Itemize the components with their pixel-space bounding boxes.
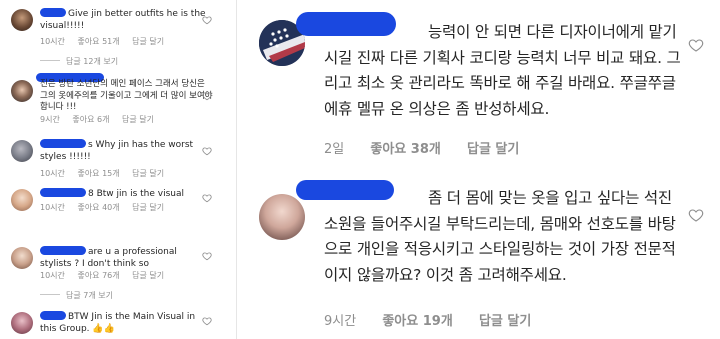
comment-likes[interactable]: 좋아요 19개: [382, 310, 452, 329]
comment-text: 8 Btw jin is the visual: [40, 188, 210, 201]
comment-likes[interactable]: 좋아요 15개: [77, 169, 119, 178]
heart-outline-icon[interactable]: [202, 316, 212, 326]
comment-likes[interactable]: 좋아요 40개: [77, 203, 119, 212]
comment-item: 좀 더 몸에 맞는 옷을 입고 싶다는 석진 소원을 들어주시길 부탁드리는데,…: [236, 170, 720, 339]
comment-likes[interactable]: 좋아요 76개: [77, 271, 119, 280]
view-replies-link[interactable]: 답글 12개 보기: [40, 56, 118, 67]
comment-item: Give jin better outfits he is the visual…: [0, 0, 236, 70]
comment-likes[interactable]: 좋아요 38개: [370, 138, 440, 157]
username-redacted[interactable]: [40, 139, 86, 148]
reply-button[interactable]: 답글 달기: [132, 169, 164, 178]
comment-time: 10시간: [40, 203, 65, 212]
heart-outline-icon[interactable]: [202, 15, 212, 25]
comment-time: 9시간: [324, 314, 357, 329]
avatar[interactable]: [11, 189, 33, 211]
comment-likes[interactable]: 좋아요 6개: [72, 115, 109, 124]
comment-item: BTW Jin is the Main Visual in this Group…: [0, 304, 236, 339]
heart-outline-icon[interactable]: [688, 37, 704, 53]
avatar[interactable]: [259, 194, 305, 240]
comment-time: 10시간: [40, 271, 65, 280]
comment-text: 진은 방탄 소년단의 메인 페이스 그래서 당신은 그의 옷에주의를 기울이고 …: [40, 79, 213, 112]
reply-button[interactable]: 답글 달기: [122, 115, 154, 124]
comment-text: 좀 더 몸에 맞는 옷을 입고 싶다는 석진 소원을 들어주시길 부탁드리는데,…: [324, 189, 676, 284]
comment-item: 8 Btw jin is the visual 10시간 좋아요 40개 답글 …: [0, 180, 236, 228]
comment-meta: 10시간 좋아요 51개 답글 달기: [40, 36, 174, 47]
comment-meta: 10시간 좋아요 40개 답글 달기: [40, 202, 174, 213]
comment-item: 진은 방탄 소년단의 메인 페이스 그래서 당신은 그의 옷에주의를 기울이고 …: [0, 70, 236, 128]
username-redacted[interactable]: [40, 188, 86, 197]
heart-outline-icon[interactable]: [202, 251, 212, 261]
comment-meta: 10시간 좋아요 76개 답글 달기: [40, 270, 174, 281]
comment-text: BTW Jin is the Main Visual in this Group…: [40, 311, 196, 334]
username-redacted[interactable]: [324, 23, 428, 39]
comment-text: 능력이 안 되면 다른 디자이너에게 맡기시길 진짜 다른 기획사 코디랑 능력…: [324, 23, 681, 118]
comment-meta: 9시간 좋아요 6개 답글 달기: [40, 114, 164, 125]
comment-text: s Why jin has the worst styles !!!!!!: [40, 139, 194, 162]
username-redacted[interactable]: [324, 189, 428, 205]
view-replies-link[interactable]: 답글 7개 보기: [40, 290, 113, 301]
username-redacted[interactable]: [40, 311, 66, 320]
comment-text: are u a professional stylists ? I don't …: [40, 246, 177, 269]
avatar[interactable]: [11, 312, 33, 334]
reply-button[interactable]: 답글 달기: [132, 37, 164, 46]
heart-outline-icon[interactable]: [202, 146, 212, 156]
heart-outline-icon[interactable]: [202, 91, 212, 101]
reply-button[interactable]: 답글 달기: [479, 310, 531, 329]
avatar[interactable]: [11, 140, 33, 162]
username-redacted[interactable]: [40, 8, 66, 17]
avatar[interactable]: [11, 80, 33, 102]
comment-item: 능력이 안 되면 다른 디자이너에게 맡기시길 진짜 다른 기획사 코디랑 능력…: [236, 0, 720, 170]
avatar[interactable]: [11, 247, 33, 269]
comment-time: 9시간: [40, 115, 60, 124]
comment-meta: 2일 좋아요 38개 답글 달기: [324, 138, 541, 157]
comment-meta: 10시간 좋아요 15개 답글 달기: [40, 168, 174, 179]
reply-button[interactable]: 답글 달기: [132, 203, 164, 212]
comment-time: 10시간: [40, 169, 65, 178]
comment-likes[interactable]: 좋아요 51개: [77, 37, 119, 46]
comment-time: 2일: [324, 142, 345, 157]
avatar[interactable]: [11, 9, 33, 31]
left-comment-panel: Give jin better outfits he is the visual…: [0, 0, 236, 339]
comment-item: s Why jin has the worst styles !!!!!! 10…: [0, 132, 236, 180]
replies-dash: [40, 60, 60, 61]
comment-meta: 9시간 좋아요 19개 답글 달기: [324, 310, 553, 329]
heart-outline-icon[interactable]: [202, 193, 212, 203]
heart-outline-icon[interactable]: [688, 207, 704, 223]
comment-text: Give jin better outfits he is the visual…: [40, 8, 206, 31]
reply-button[interactable]: 답글 달기: [132, 271, 164, 280]
username-redacted[interactable]: [40, 246, 86, 255]
comment-time: 10시간: [40, 37, 65, 46]
comment-item: are u a professional stylists ? I don't …: [0, 238, 236, 302]
replies-dash: [40, 294, 60, 295]
reply-button[interactable]: 답글 달기: [467, 138, 519, 157]
